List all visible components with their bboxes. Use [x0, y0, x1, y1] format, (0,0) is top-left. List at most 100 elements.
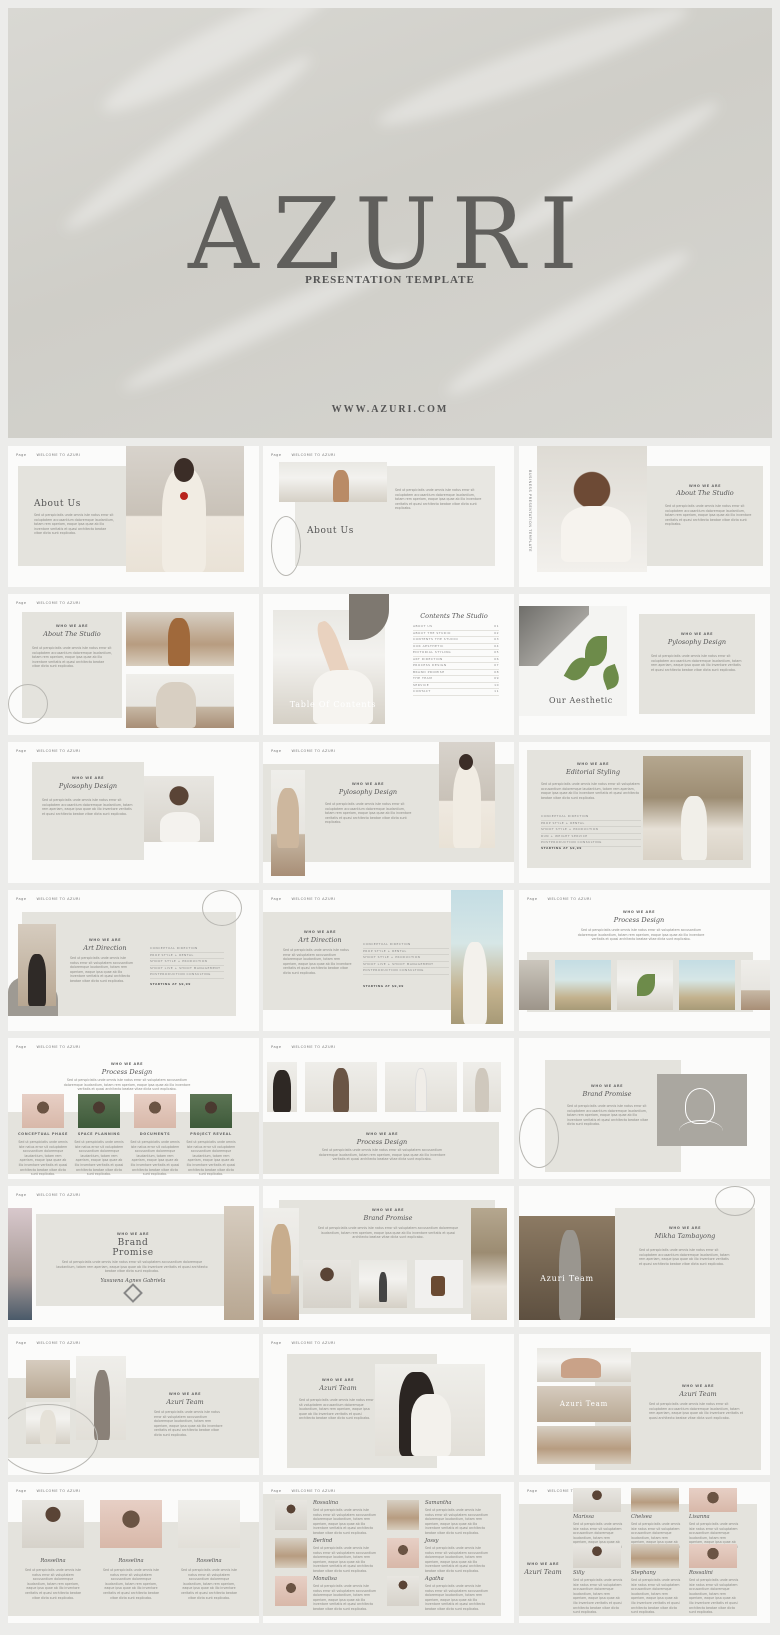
- slide-team-grid[interactable]: Page WELCOME TO AZURI WHO WE ARE Azuri Te…: [519, 1482, 770, 1623]
- slide-about-us-2[interactable]: Page WELCOME TO AZURI About Us Sed ut per…: [263, 446, 514, 587]
- slide-editorial-styling[interactable]: WHO WE ARE Editorial Styling Sed ut pers…: [519, 742, 770, 883]
- slide-about-studio[interactable]: BUSINESS PRESENTATION TEMPLATE WHO WE AR…: [519, 446, 770, 587]
- slide-table-of-contents[interactable]: Table Of Contents Contents The Studio AB…: [263, 594, 514, 735]
- slide-about-us[interactable]: Page WELCOME TO AZURI About Us Sed ut per…: [8, 446, 259, 587]
- hands-portrait-photo: [375, 1364, 485, 1456]
- body-text: Sed ut perspiciatis unde omnis iste natu…: [541, 782, 640, 800]
- body-text: Sed ut perspiciatis unde omnis iste natu…: [283, 948, 352, 975]
- slide-team-members[interactable]: Page WELCOME TO AZURI Rosselina Sed ut per…: [8, 1482, 259, 1623]
- price-note: STARTING AT $9,99: [541, 846, 582, 850]
- slide-title: Brand Promise: [363, 1214, 413, 1222]
- slide-brand-promise[interactable]: WHO WE ARE Brand Promise Sed ut perspici…: [519, 1038, 770, 1179]
- team-photo: [267, 1062, 297, 1112]
- member-name: Berlind: [313, 1538, 333, 1544]
- slide-art-direction[interactable]: Page WELCOME TO AZURI WHO WE ARE Art Dire…: [8, 890, 259, 1031]
- slide-team-list[interactable]: Page WELCOME TO AZURI Rossalina Sed ut per…: [263, 1482, 514, 1623]
- body-text: Sed ut perspiciatis unde omnis iste natu…: [42, 798, 133, 816]
- forest-dress-photo: [643, 756, 743, 860]
- member-text: Sed ut perspiciatis unde omnis iste natu…: [573, 1578, 623, 1615]
- line-decoration: [202, 890, 242, 926]
- team-photo: [415, 1260, 463, 1308]
- slide-azuri-team-3[interactable]: Page WELCOME TO AZURI WHO WE ARE Azuri Te…: [263, 1334, 514, 1475]
- member-name: Rosselina: [196, 1558, 222, 1564]
- curly-portrait-photo: [144, 776, 214, 842]
- kicker: WHO WE ARE: [365, 1132, 399, 1136]
- price-note: STARTING AT $9,99: [363, 984, 404, 988]
- slide-process-design[interactable]: Page WELCOME TO AZURI WHO WE ARE Process …: [519, 890, 770, 1031]
- slide-our-aesthetic[interactable]: Our Aesthetic WHO WE ARE Pylosophy Desig…: [519, 594, 770, 735]
- member-name: Lisanna: [689, 1514, 710, 1520]
- slide-header: Page WELCOME TO AZURI: [16, 1341, 81, 1345]
- member-text: Sed ut perspiciatis unde omnis iste natu…: [313, 1546, 377, 1573]
- contents-item-number: 10: [494, 682, 499, 687]
- team-photo: [617, 960, 673, 1010]
- contents-item-number: 08: [494, 669, 499, 674]
- slide-brand-promise-3[interactable]: WHO WE ARE Brand Promise Sed ut perspici…: [263, 1186, 514, 1327]
- contents-item-label: ABOUT US: [413, 624, 433, 628]
- body-text: Sed ut perspiciatis unde omnis iste natu…: [32, 646, 112, 669]
- slide-brand-promise-2[interactable]: Page WELCOME TO AZURI WHO WE ARE Brand Pro…: [8, 1186, 259, 1327]
- slide-title: Brand Promise: [582, 1090, 632, 1098]
- portrait-side-photo: [224, 1206, 254, 1320]
- member-name: Rossalina: [313, 1500, 339, 1506]
- hero-cover: AZURI PRESENTATION TEMPLATE WWW.AZURI.CO…: [8, 8, 772, 438]
- kicker: WHO WE ARE: [321, 1378, 355, 1382]
- step-text: Sed ut perspiciatis unde omnis iste natu…: [18, 1140, 68, 1177]
- member-photo: [100, 1500, 162, 1548]
- slide-title: Azuri Team: [319, 1384, 357, 1392]
- team-photo: [555, 960, 611, 1010]
- slide-philosophy[interactable]: Page WELCOME TO AZURI WHO WE ARE Pylosoph…: [8, 742, 259, 883]
- team-cover-photo: [519, 1216, 615, 1320]
- body-text: Sed ut perspiciatis unde omnis iste natu…: [70, 956, 134, 983]
- contents-title: Contents The Studio: [420, 612, 488, 620]
- line-decoration: [8, 1404, 98, 1474]
- cover-url[interactable]: WWW.AZURI.COM: [8, 404, 772, 415]
- slide-title: Process Design: [101, 1068, 153, 1076]
- contents-item[interactable]: CONTACT 11: [413, 689, 499, 696]
- side-photo: [471, 1208, 507, 1320]
- kicker: WHO WE ARE: [71, 776, 105, 780]
- contents-item-label: SERVICE: [413, 682, 430, 687]
- body-text: Sed ut perspiciatis unde omnis iste natu…: [63, 1078, 191, 1092]
- line-decoration: [519, 1108, 559, 1168]
- slide-about-studio-2[interactable]: Page WELCOME TO AZURI WHO WE ARE About Th…: [8, 594, 259, 735]
- member-name: Chelsea: [631, 1514, 652, 1520]
- member-photo: [387, 1538, 419, 1568]
- slide-azuri-team[interactable]: Azuri Team WHO WE ARE Mikha Tambayong Se…: [519, 1186, 770, 1327]
- contents-list: ABOUT US 01 ABOUT THE STUDIO 02 CONTENTS THE…: [413, 624, 499, 696]
- contents-item-number: 06: [494, 656, 499, 661]
- slide-azuri-team-2[interactable]: Page WELCOME TO AZURI WHO WE ARE Azuri Te…: [8, 1334, 259, 1475]
- step-label: SPACE PLANNING: [77, 1132, 121, 1136]
- slide-philosophy-2[interactable]: Page WELCOME TO AZURI WHO WE ARE Pylosoph…: [263, 742, 514, 883]
- member-photo: [631, 1488, 679, 1512]
- slide-process-design-2[interactable]: Page WELCOME TO AZURI WHO WE ARE Process …: [263, 1038, 514, 1179]
- body-text: Sed ut perspiciatis unde omnis iste natu…: [665, 504, 752, 527]
- member-photo: [178, 1500, 240, 1548]
- vertical-label: BUSINESS PRESENTATION TEMPLATE: [528, 470, 532, 553]
- kicker: WHO WE ARE: [88, 938, 122, 942]
- team-cover-title: Azuri Team: [559, 1400, 609, 1408]
- woman-curly-photo: [537, 446, 647, 572]
- team-photo: [359, 1260, 407, 1308]
- member-photo: [387, 1576, 419, 1606]
- kicker: WHO WE ARE: [680, 632, 714, 636]
- body-text: Sed ut perspiciatis unde omnis iste natu…: [395, 488, 482, 511]
- slide-header: Page WELCOME TO AZURI: [16, 749, 81, 753]
- team-photo: [679, 960, 735, 1010]
- slide-title: Table Of Contents: [289, 700, 377, 709]
- slide-azuri-team-4[interactable]: Azuri Team WHO WE ARE Azuri Team Sed ut …: [519, 1334, 770, 1475]
- slide-title: Brand Promise: [112, 1238, 154, 1258]
- member-photo: [689, 1488, 737, 1512]
- slide-process-steps[interactable]: Page WELCOME TO AZURI WHO WE ARE Process …: [8, 1038, 259, 1179]
- field-woman-photo: [451, 890, 503, 1024]
- kicker: WHO WE ARE: [526, 1562, 560, 1566]
- member-photo: [275, 1538, 307, 1568]
- line-decoration: [715, 1186, 755, 1216]
- slide-title: Azuri Team: [679, 1390, 717, 1398]
- team-cover-title: Azuri Team: [540, 1274, 594, 1283]
- member-name: Monalisa: [313, 1576, 337, 1582]
- slide-title: Pylosophy Design: [58, 782, 118, 790]
- team-photo: [303, 1260, 351, 1308]
- step-photo: [22, 1094, 64, 1128]
- slide-art-direction-2[interactable]: Page WELCOME TO AZURI WHO WE ARE Art Dire…: [263, 890, 514, 1031]
